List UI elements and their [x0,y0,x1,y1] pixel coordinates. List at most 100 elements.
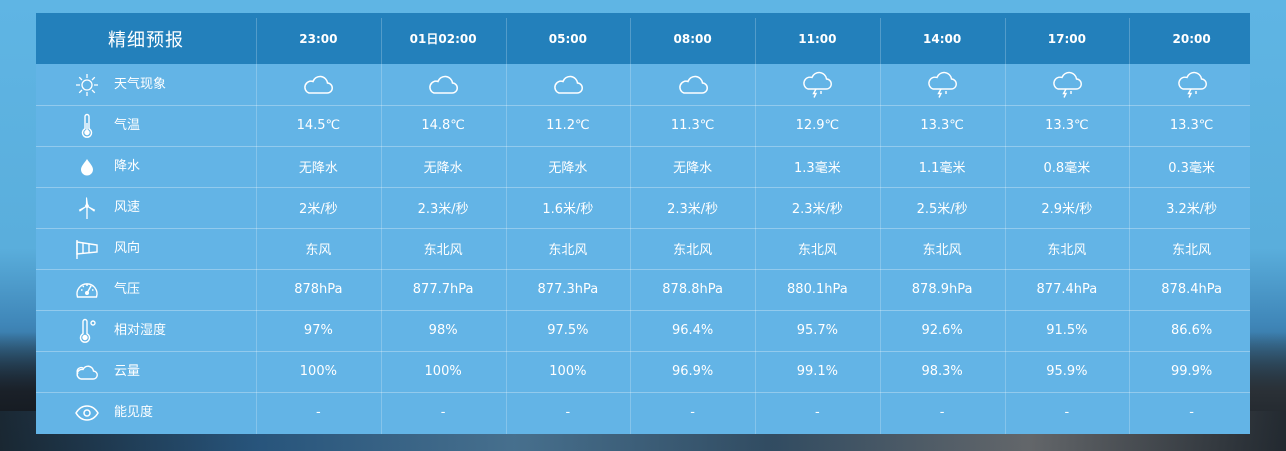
raindrop-icon [74,154,100,180]
header-time: 01日02:00 [409,32,477,46]
row-label-text: 气温 [114,118,141,133]
forecast-row: 气温 14.5℃ 14.8℃ 11.2℃ 11.3℃ 12.9℃ 13.3℃ 13.3℃ 13.… [36,105,1250,146]
header-time: 14:00 [923,31,962,46]
forecast-cell: 无降水 [673,161,713,176]
cloudy-weather-icon [256,64,381,105]
row-label: 相对湿度 [36,310,256,351]
forecast-header: 精细预报 23:00 01日02:00 05:00 08:00 11:00 14:00 17… [36,13,1250,64]
row-label-text: 云量 [114,364,141,379]
row-label: 能见度 [36,392,256,433]
forecast-cell: 878.4hPa [1161,282,1222,297]
forecast-cell: 92.6% [921,323,963,338]
forecast-cell: - [815,405,820,420]
forecast-cell: 3.2米/秒 [1166,202,1218,217]
forecast-cell: 东北风 [922,243,962,258]
forecast-cell: 86.6% [1170,323,1213,338]
forecast-cell: 11.2℃ [546,118,590,133]
forecast-cell: 2.3米/秒 [667,202,719,217]
forecast-cell: 1.1毫米 [918,161,966,176]
forecast-cell: - [690,405,695,420]
windsock-icon [74,236,100,262]
forecast-cell: - [565,405,571,420]
forecast-cell: 99.1% [796,364,839,379]
forecast-cell: 11.3℃ [670,118,715,133]
forecast-row: 降水 无降水 无降水 无降水 无降水 1.3毫米 1.1毫米 0.8毫米 0.3毫米 [36,146,1250,187]
cloudy-weather-icon [630,64,755,105]
row-label-text: 风速 [114,200,141,215]
eye-icon [74,400,100,426]
forecast-cell: 13.3℃ [920,118,964,133]
cloudy-weather-icon [381,64,506,105]
forecast-cell: 东北风 [1047,243,1087,258]
forecast-cell: 13.3℃ [1169,118,1214,133]
row-label: 降水 [36,146,256,187]
forecast-cell: 无降水 [298,161,338,176]
forecast-cell: 2.5米/秒 [916,202,968,217]
header-time: 23:00 [299,31,338,46]
forecast-cell: 东北风 [1172,243,1212,258]
row-label: 气温 [36,105,256,146]
forecast-cell: 1.3毫米 [794,161,841,176]
forecast-cell: - [440,405,446,420]
forecast-cell: 2.9米/秒 [1041,202,1093,217]
thunder-shower-icon [1129,64,1254,105]
hygrometer-icon [74,318,100,344]
header-time: 11:00 [798,31,837,46]
row-label-text: 降水 [114,159,141,174]
forecast-cell: 2米/秒 [299,202,338,217]
row-label-text: 气压 [114,282,141,297]
forecast-cell: - [1064,405,1070,420]
forecast-cell: 2.3米/秒 [417,202,469,217]
forecast-cell: 99.9% [1170,364,1213,379]
forecast-row: 气压 878hPa 877.7hPa 877.3hPa 878.8hPa 880.1hPa… [36,269,1250,310]
thermometer-icon [74,113,100,139]
forecast-cell: 13.3℃ [1045,118,1089,133]
wind-turbine-icon [74,195,100,221]
forecast-cell: 98% [428,323,458,338]
thunder-shower-icon [1005,64,1130,105]
forecast-cell: 14.5℃ [296,118,341,133]
row-label: 风向 [36,228,256,269]
forecast-title: 精细预报 [108,29,184,51]
forecast-cell: 14.8℃ [421,118,465,133]
row-label: 气压 [36,269,256,310]
forecast-row: 相对湿度 97% 98% 97.5% 96.4% 95.7% 92.6% 91.5% 86.6% [36,310,1250,351]
row-label: 天气现象 [36,64,256,105]
forecast-cell: 1.6米/秒 [542,202,594,217]
forecast-cell: 98.3% [921,364,963,379]
forecast-cell: 12.9℃ [795,118,840,133]
forecast-cell: 100% [549,364,587,379]
forecast-cell: 100% [424,364,462,379]
forecast-cell: 100% [299,364,337,379]
forecast-cell: - [1189,405,1194,420]
row-label-text: 天气现象 [114,77,167,92]
cloudy-weather-icon [506,64,631,105]
header-time: 17:00 [1047,31,1086,46]
forecast-cell: 东风 [305,243,332,258]
forecast-cell: 0.8毫米 [1043,161,1091,176]
thunder-shower-icon [755,64,880,105]
row-label: 风速 [36,187,256,228]
forecast-row: 云量 100% 100% 100% 96.9% 99.1% 98.3% 95.9% 99.9% [36,351,1250,392]
forecast-cell: 95.9% [1046,364,1088,379]
forecast-cell: 877.7hPa [412,282,474,297]
forecast-cell: 东北风 [548,243,588,258]
forecast-cell: 878hPa [294,282,343,297]
forecast-table: 精细预报 23:00 01日02:00 05:00 08:00 11:00 14:00 17… [36,13,1250,434]
forecast-row: 风速 2米/秒 2.3米/秒 1.6米/秒 2.3米/秒 2.3米/秒 2.5米/秒 2.9米… [36,187,1250,228]
forecast-cell: 91.5% [1046,323,1088,338]
header-time: 05:00 [548,31,587,46]
forecast-cell: 880.1hPa [787,282,848,297]
header-time: 08:00 [673,31,712,46]
forecast-cell: - [316,405,321,420]
forecast-cell: 97% [303,323,333,338]
row-label-text: 风向 [114,241,141,256]
row-label-text: 能见度 [114,405,154,420]
forecast-cell: 877.4hPa [1036,282,1098,297]
forecast-row: 天气现象 [36,64,1250,105]
forecast-row: 风向 东风 东北风 东北风 东北风 东北风 东北风 东北风 东北风 [36,228,1250,269]
thunder-shower-icon [880,64,1005,105]
sun-icon [74,72,100,98]
header-time: 20:00 [1172,31,1211,46]
forecast-cell: 东北风 [423,243,463,258]
